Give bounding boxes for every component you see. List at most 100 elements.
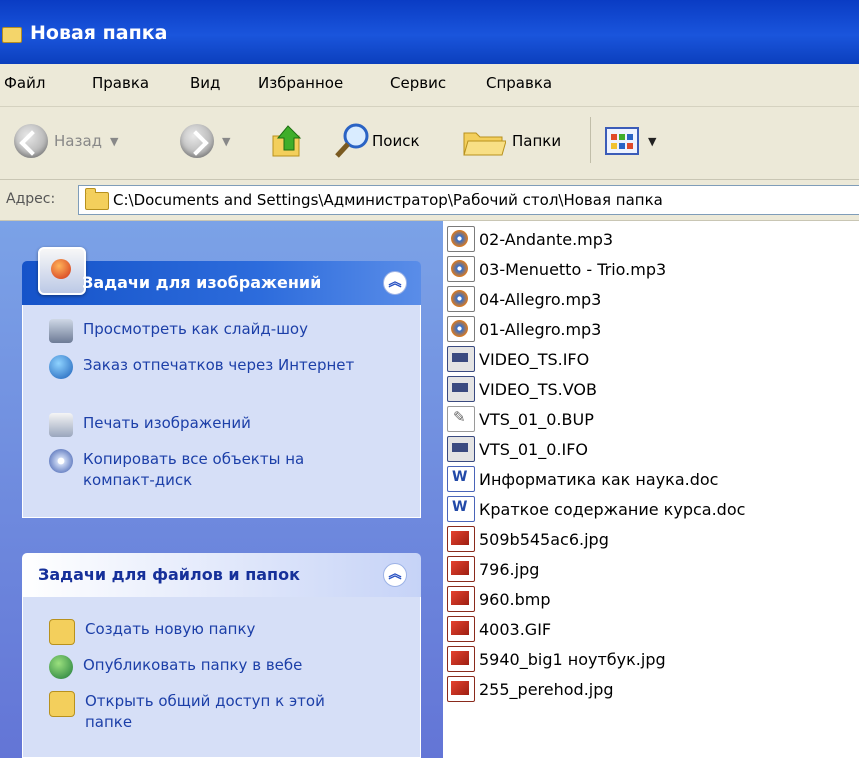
image-tasks-header[interactable]: Задачи для изображений ︽: [22, 247, 421, 305]
back-label: Назад: [54, 132, 103, 150]
forward-button[interactable]: ▼: [180, 121, 230, 161]
printer-icon: [49, 413, 73, 437]
search-icon: [335, 123, 369, 158]
list-item[interactable]: 5940_big1 ноутбук.jpg: [447, 645, 666, 673]
window-title: Новая папка: [30, 22, 168, 44]
file-name: 4003.GIF: [479, 619, 552, 639]
back-button[interactable]: Назад ▼: [14, 121, 118, 161]
slideshow-icon: [49, 319, 73, 343]
image-file-icon: [447, 556, 475, 582]
task-label: Копировать все объекты на компакт-диск: [83, 450, 305, 489]
video-file-icon: [447, 346, 475, 372]
up-folder-icon: [272, 125, 302, 157]
title-bar[interactable]: Новая папка: [0, 0, 859, 64]
picture-tasks-icon: [38, 247, 86, 295]
address-label: Адрес:: [6, 191, 56, 207]
file-tasks-title: Задачи для файлов и папок: [38, 565, 300, 584]
list-item[interactable]: 796.jpg: [447, 555, 539, 583]
file-tasks-body: Создать новую папку Опубликовать папку в…: [22, 597, 421, 758]
list-item[interactable]: Информатика как наука.doc: [447, 465, 718, 493]
file-name: 5940_big1 ноутбук.jpg: [479, 649, 666, 669]
task-label: Печать изображений: [83, 414, 251, 432]
up-folder-button[interactable]: [270, 121, 306, 161]
word-doc-icon: [447, 466, 475, 492]
search-label: Поиск: [372, 132, 420, 150]
file-name: 509b545ac6.jpg: [479, 529, 609, 549]
list-item[interactable]: VTS_01_0.BUP: [447, 405, 594, 433]
task-publish-web[interactable]: Опубликовать папку в вебе: [49, 655, 373, 679]
list-item[interactable]: 255_perehod.jpg: [447, 675, 614, 703]
list-item[interactable]: 03-Menuetto - Trio.mp3: [447, 255, 666, 283]
image-file-icon: [447, 526, 475, 552]
generic-file-icon: [447, 406, 475, 432]
file-tasks-panel: Задачи для файлов и папок ︽ Создать нову…: [22, 553, 421, 758]
folder-icon: [2, 27, 22, 43]
share-folder-icon: [49, 691, 75, 717]
back-dropdown-icon[interactable]: ▼: [110, 135, 118, 148]
task-label: Открыть общий доступ к этой папке: [85, 692, 325, 731]
web-publish-icon: [49, 655, 73, 679]
video-file-icon: [447, 376, 475, 402]
menu-file[interactable]: Файл: [4, 74, 45, 92]
task-label: Просмотреть как слайд-шоу: [83, 320, 308, 338]
list-item[interactable]: 509b545ac6.jpg: [447, 525, 609, 553]
menu-help[interactable]: Справка: [486, 74, 552, 92]
task-share-folder[interactable]: Открыть общий доступ к этой папке: [49, 691, 375, 733]
toolbar: Назад ▼ ▼ Поиск Папки ▼: [0, 107, 859, 180]
list-item[interactable]: 960.bmp: [447, 585, 551, 613]
task-label: Создать новую папку: [85, 620, 256, 638]
list-item[interactable]: VIDEO_TS.IFO: [447, 345, 589, 373]
file-tasks-header[interactable]: Задачи для файлов и папок ︽: [22, 553, 421, 597]
file-name: 04-Allegro.mp3: [479, 289, 602, 309]
folders-label: Папки: [512, 132, 562, 150]
menu-edit[interactable]: Правка: [92, 74, 149, 92]
globe-icon: [49, 355, 73, 379]
menu-favorites[interactable]: Избранное: [258, 74, 343, 92]
task-label: Заказ отпечатков через Интернет: [83, 356, 355, 374]
mp3-file-icon: [447, 316, 475, 342]
image-file-icon: [447, 646, 475, 672]
file-name: VIDEO_TS.VOB: [479, 379, 597, 399]
list-item[interactable]: 01-Allegro.mp3: [447, 315, 601, 343]
video-file-icon: [447, 436, 475, 462]
list-item[interactable]: 4003.GIF: [447, 615, 551, 643]
task-copy-to-cd[interactable]: Копировать все объекты на компакт-диск: [49, 449, 373, 491]
menu-view[interactable]: Вид: [190, 74, 220, 92]
forward-dropdown-icon[interactable]: ▼: [222, 135, 230, 148]
collapse-icon[interactable]: ︽: [383, 271, 407, 295]
mp3-file-icon: [447, 286, 475, 312]
folder-icon: [85, 188, 109, 210]
forward-arrow-icon: [180, 124, 214, 158]
address-input[interactable]: C:\Documents and Settings\Администратор\…: [78, 185, 859, 215]
list-item[interactable]: 02-Andante.mp3: [447, 225, 613, 253]
file-name: Информатика как наука.doc: [479, 469, 719, 489]
task-slideshow[interactable]: Просмотреть как слайд-шоу: [49, 319, 373, 343]
task-new-folder[interactable]: Создать новую папку: [49, 619, 375, 645]
new-folder-icon: [49, 619, 75, 645]
mp3-file-icon: [447, 256, 475, 282]
task-order-prints[interactable]: Заказ отпечатков через Интернет: [49, 355, 373, 379]
task-print-images[interactable]: Печать изображений: [49, 413, 373, 437]
list-item[interactable]: VTS_01_0.IFO: [447, 435, 588, 463]
list-item[interactable]: Краткое содержание курса.doc: [447, 495, 745, 523]
file-name: 03-Menuetto - Trio.mp3: [479, 259, 667, 279]
folders-button[interactable]: Папки: [462, 121, 561, 161]
views-button[interactable]: ▼: [604, 121, 656, 161]
file-name: Краткое содержание курса.doc: [479, 499, 746, 519]
image-tasks-body: Просмотреть как слайд-шоу Заказ отпечатк…: [22, 305, 421, 518]
image-tasks-title: Задачи для изображений: [82, 273, 322, 292]
list-item[interactable]: VIDEO_TS.VOB: [447, 375, 597, 403]
views-dropdown-icon[interactable]: ▼: [648, 135, 656, 148]
file-name: 01-Allegro.mp3: [479, 319, 602, 339]
collapse-icon[interactable]: ︽: [383, 563, 407, 587]
image-file-icon: [447, 586, 475, 612]
file-name: 255_perehod.jpg: [479, 679, 614, 699]
address-path: C:\Documents and Settings\Администратор\…: [113, 191, 663, 209]
back-arrow-icon: [14, 124, 48, 158]
file-name: 960.bmp: [479, 589, 551, 609]
search-button[interactable]: Поиск: [332, 121, 420, 161]
menu-tools[interactable]: Сервис: [390, 74, 446, 92]
list-item[interactable]: 04-Allegro.mp3: [447, 285, 601, 313]
image-file-icon: [447, 676, 475, 702]
views-icon: [605, 127, 639, 155]
